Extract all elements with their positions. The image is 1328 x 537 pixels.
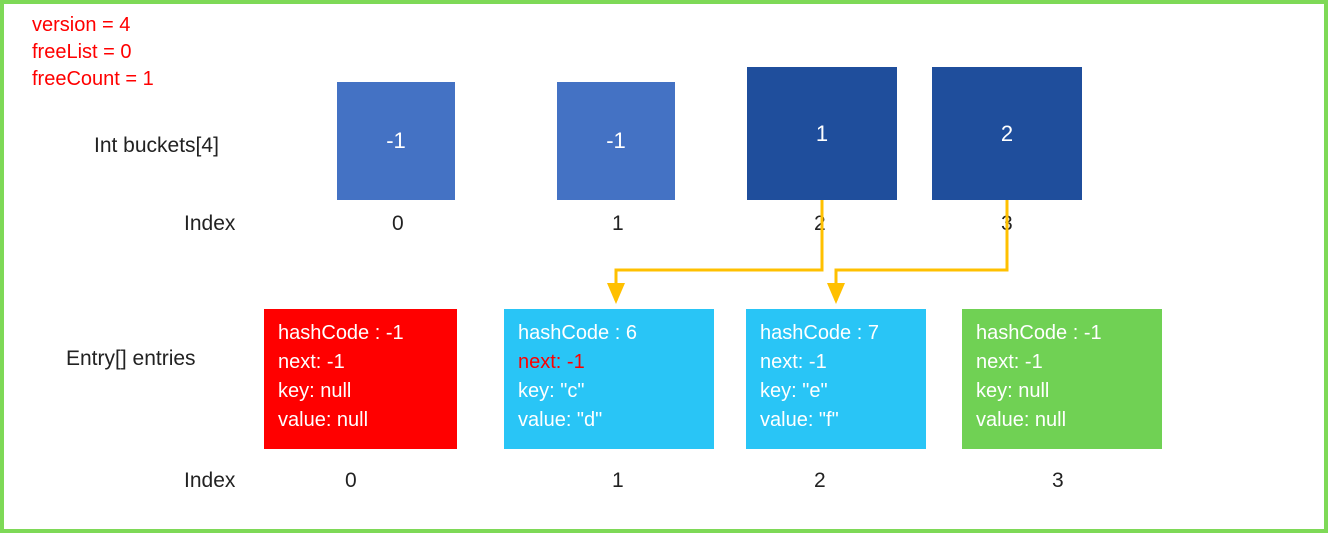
bucket-2: 1 [747, 67, 897, 200]
bucket-index-0: 0 [392, 212, 404, 236]
freelist-line: freeList = 0 [32, 39, 154, 66]
diagram-frame: version = 4 freeList = 0 freeCount = 1 I… [0, 0, 1328, 533]
entry3-hash: hashCode : -1 [976, 319, 1148, 348]
entry-index-2: 2 [814, 469, 826, 493]
bucket-index-2: 2 [814, 212, 826, 236]
meta-block: version = 4 freeList = 0 freeCount = 1 [32, 12, 154, 93]
entry3-key: key: null [976, 377, 1148, 406]
index-label-top: Index [184, 212, 235, 236]
version-line: version = 4 [32, 12, 154, 39]
entry0-value: value: null [278, 406, 443, 435]
entry0-hash: hashCode : -1 [278, 319, 443, 348]
entry0-key: key: null [278, 377, 443, 406]
arrow-bucket3-to-entry2 [836, 200, 1007, 301]
entry3-next: next: -1 [976, 348, 1148, 377]
buckets-label: Int buckets[4] [94, 134, 219, 158]
entry2-hash: hashCode : 7 [760, 319, 912, 348]
bucket-index-3: 3 [1001, 212, 1013, 236]
index-label-bottom: Index [184, 469, 235, 493]
bucket-3: 2 [932, 67, 1082, 200]
entry-3: hashCode : -1 next: -1 key: null value: … [962, 309, 1162, 449]
bucket-0: -1 [337, 82, 455, 200]
bucket-index-1: 1 [612, 212, 624, 236]
entry-1: hashCode : 6 next: -1 key: "c" value: "d… [504, 309, 714, 449]
entries-label: Entry[] entries [66, 347, 196, 371]
entry2-value: value: "f" [760, 406, 912, 435]
entry-0: hashCode : -1 next: -1 key: null value: … [264, 309, 457, 449]
entry1-next: next: -1 [518, 348, 700, 377]
freecount-line: freeCount = 1 [32, 66, 154, 93]
entry-2: hashCode : 7 next: -1 key: "e" value: "f… [746, 309, 926, 449]
entry3-value: value: null [976, 406, 1148, 435]
bucket-1: -1 [557, 82, 675, 200]
entry2-key: key: "e" [760, 377, 912, 406]
entry1-value: value: "d" [518, 406, 700, 435]
entry-index-1: 1 [612, 469, 624, 493]
entry1-key: key: "c" [518, 377, 700, 406]
arrow-bucket2-to-entry1 [616, 200, 822, 301]
entry2-next: next: -1 [760, 348, 912, 377]
entry-index-0: 0 [345, 469, 357, 493]
entry-index-3: 3 [1052, 469, 1064, 493]
entry0-next: next: -1 [278, 348, 443, 377]
entry1-hash: hashCode : 6 [518, 319, 700, 348]
